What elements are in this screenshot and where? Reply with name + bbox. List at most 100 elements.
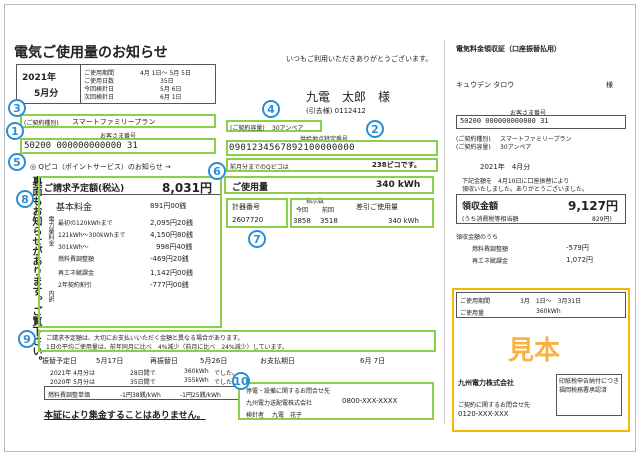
receipt-renew: 1,072円	[566, 256, 594, 264]
contact-company: 九州電力送配電株式会社	[246, 400, 313, 407]
customer-code: (引去様) 0112412	[306, 107, 366, 115]
marker-4: 4	[262, 100, 280, 118]
item-label: 再エネ賦課金	[58, 270, 95, 277]
receipt-name: キュウデン タロウ	[456, 81, 515, 89]
item-label: 最初の120kWhまで	[58, 220, 113, 227]
page-title: 電気ご使用量のお知らせ	[14, 45, 168, 61]
receipt-inquiry-phone: 0120-XXX-XXX	[458, 410, 509, 418]
highlight-reading	[290, 198, 434, 228]
meter-number: 2607720	[232, 216, 264, 224]
tax-stamp-box: 印紙税申告納付につき福岡税務署承認済	[556, 374, 622, 416]
receipt-tax-label: (うち消費税等相当額	[462, 216, 519, 223]
supply-point: 0901234567892100000000	[229, 143, 355, 153]
pay: 6月 7日	[360, 357, 386, 365]
history-row-days: 35日間で	[130, 379, 156, 386]
sample-stamp: 見本	[508, 336, 561, 366]
marker-1: 1	[6, 122, 24, 140]
item-value: 2,095円20銭	[150, 219, 193, 227]
receipt-usage-label: ご使用量	[460, 310, 485, 317]
marker-2: 2	[366, 120, 384, 138]
history-row-days: 28日間で	[130, 370, 156, 377]
receipt-fuel-label: 燃料費調整額	[472, 246, 509, 253]
usage-value: 340 kWh	[376, 180, 421, 190]
marker-6: 6	[208, 162, 226, 180]
detail-label: 内訳	[47, 290, 54, 302]
receipt-company: 九州電力株式会社	[458, 379, 514, 387]
notes-line2: 1日の平均ご使用量は、前年同月に比べ 4%減少（前月に比べ 24%減少）していま…	[46, 344, 288, 351]
usage-label: ご使用量	[232, 183, 269, 193]
meter-label: 計器番号	[232, 203, 260, 211]
fuel-this: -1円38銭/kWh	[120, 392, 161, 399]
receipt-note2: 領収いたしました。ありがとうございました。	[462, 186, 589, 193]
points-value: 238ピコです。	[372, 161, 421, 169]
amount-label: ご請求予定額(税込)	[44, 184, 125, 194]
item-value: -469円20銭	[150, 255, 189, 263]
receipt-capacity-label: (ご契約容量)	[456, 144, 491, 151]
marker-10: 10	[232, 372, 250, 390]
receipt-number: 50200 000000000000 31	[460, 117, 549, 125]
fuel-label: 燃料費調整単価	[48, 392, 91, 399]
receipt-breakdown-label: 領収金額のうち	[456, 234, 499, 241]
perforation	[444, 40, 445, 424]
meter-reader: 九電 花子	[272, 412, 303, 419]
history-row-label: 2021年 4月分は	[50, 370, 95, 377]
customer-name: 九電 太郎 様	[306, 90, 391, 104]
item-value: -777円00銭	[150, 281, 189, 289]
receipt-tax: 829円)	[592, 216, 612, 223]
item-label: 301kWh～	[58, 244, 89, 251]
marker-5: 5	[8, 153, 26, 171]
contract-type-label: (ご契約種別)	[24, 120, 59, 127]
receipt-capacity: 30アンペア	[500, 144, 532, 151]
period-month: 5月分	[34, 89, 59, 99]
footer-notice: 本証により集金することはありません。	[44, 411, 206, 421]
greeting: いつもご利用いただきありがとうございます。	[286, 55, 433, 63]
base-label: 基本料金	[56, 203, 93, 213]
receipt-usage: 360kWh	[536, 308, 561, 315]
item-value: 4,150円80銭	[150, 231, 193, 239]
history-row-kwh: 360kWh	[184, 368, 209, 375]
receipt-renew-label: 再エネ賦課金	[472, 258, 509, 265]
item-value: 1,142円00銭	[150, 269, 193, 277]
item-label: 121kWh～300kWhまで	[58, 232, 126, 239]
points-label: ◎ Qピコ（ポイントサービス）のお知らせ →	[30, 163, 171, 171]
base-value: 891円00銭	[150, 202, 187, 210]
receipt-period: 2021年 4月分	[480, 163, 531, 171]
contact-phone: 0800-XXX-XXXX	[342, 397, 398, 405]
item-value: 998円40銭	[156, 243, 193, 251]
points-prev-label: 前月分までのQピコは	[230, 164, 289, 171]
retry-label: 再振替日	[150, 357, 178, 365]
notes-line1: ご請求予定額は、大切にお支払いいただく金額と異なる場合があります。	[46, 335, 244, 342]
receipt-amount: 9,127円	[568, 199, 618, 213]
marker-3: 3	[8, 99, 26, 117]
retry: 5月26日	[200, 357, 228, 365]
pay-label: お支払期日	[260, 357, 295, 365]
capacity: 30アンペア	[272, 125, 304, 132]
side-label: 電力量料金	[47, 216, 54, 246]
history-row-kwh: 355kWh	[184, 377, 209, 384]
contact-title: 停電・設備に関するお問合せ先	[246, 388, 331, 395]
receipt-usage-period-label: ご使用期間	[460, 298, 491, 305]
marker-8: 8	[16, 190, 34, 208]
label-next-meter: 次回検針日	[84, 94, 115, 101]
marker-9: 9	[18, 330, 36, 348]
contract-type: スマートファミリープラン	[72, 118, 156, 126]
marker-7: 7	[248, 230, 266, 248]
capacity-label: (ご契約容量)	[230, 125, 265, 132]
item-label: 2年契約割引	[58, 282, 92, 289]
receipt-amount-label: 領収金額	[462, 202, 499, 212]
meter-reader-label: 検針者	[246, 412, 265, 419]
divider	[40, 194, 220, 195]
due-label: 振替予定日	[42, 357, 77, 365]
next-meter: 6月 1日	[160, 94, 182, 101]
divider	[80, 64, 81, 104]
highlight-amount	[38, 176, 222, 328]
item-label: 燃料費調整額	[58, 256, 95, 263]
due: 5月17日	[96, 357, 124, 365]
receipt-sama: 様	[606, 81, 613, 89]
receipt-inquiry-label: ご契約に関するお問合せ先	[458, 402, 531, 409]
customer-number: 50200 000000000000 31	[24, 141, 138, 151]
receipt-usage-period: 3月 1日～ 3月31日	[520, 298, 582, 305]
period-year: 2021年	[22, 73, 57, 83]
fuel-next: -1円25銭/kWh	[180, 392, 221, 399]
receipt-fuel: -579円	[566, 244, 589, 252]
